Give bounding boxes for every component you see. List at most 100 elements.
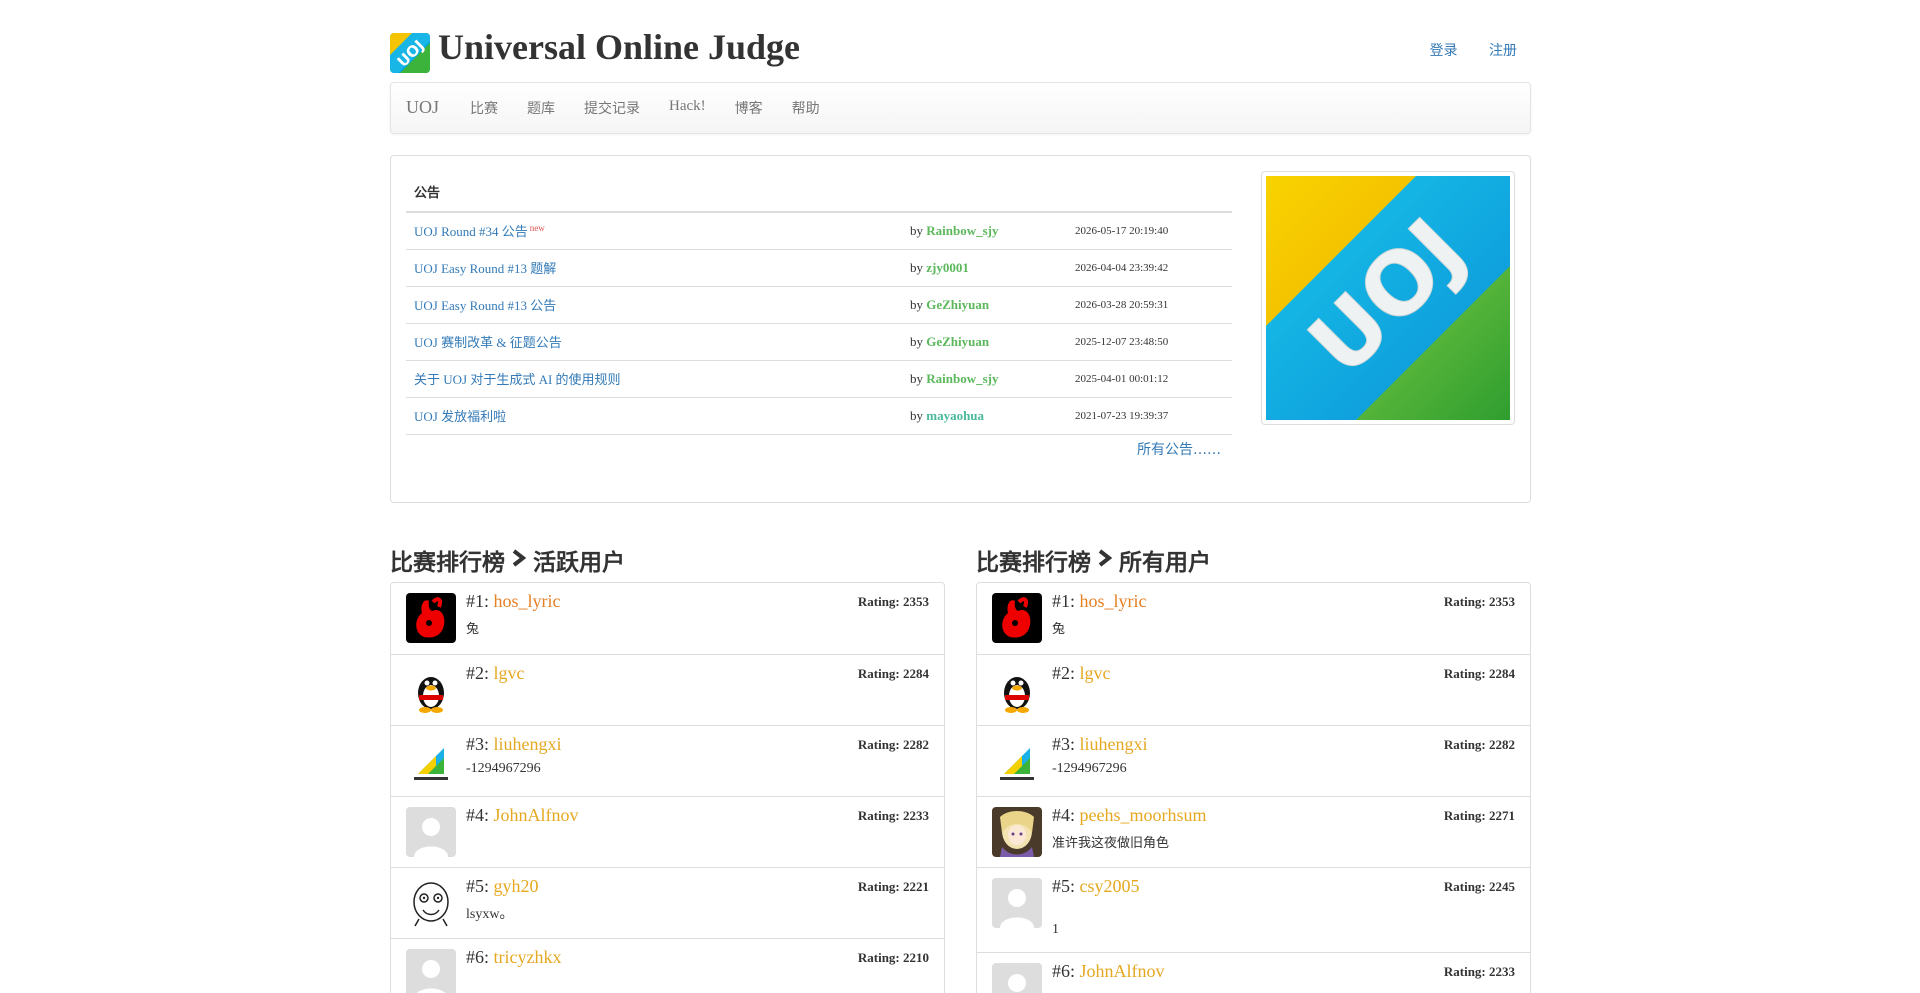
rank-label: #6: xyxy=(1052,961,1076,981)
by-label: by xyxy=(910,222,923,238)
rank-label: #6: xyxy=(466,947,490,967)
author-link[interactable]: GeZhiyuan xyxy=(926,334,989,349)
announcement-link[interactable]: UOJ Easy Round #13 题解 xyxy=(414,261,556,276)
user-avatar-gradient-icon[interactable] xyxy=(406,736,456,786)
user-avatar-gradient-icon[interactable] xyxy=(992,736,1042,786)
nav-item-hacks[interactable]: Hack! xyxy=(669,98,706,118)
user-rating: Rating: 2282 xyxy=(857,737,929,752)
user-avatar-penguin-icon[interactable] xyxy=(992,665,1042,715)
rating-board-all: 比赛排行榜 所有用户 #1: hos_lyric 兔 Rating: 2353 … xyxy=(976,540,1531,993)
username-link[interactable]: hos_lyric xyxy=(494,591,561,611)
rating-row: #6: tricyzhkx Rating: 2210 xyxy=(391,938,944,993)
username-link[interactable]: csy2005 xyxy=(1080,876,1140,896)
user-rating: Rating: 2284 xyxy=(857,666,929,681)
login-link[interactable]: 登录 xyxy=(1430,43,1458,59)
nav-item-blogs[interactable]: 博客 xyxy=(735,98,763,118)
page-container: UOJ Universal Online Judge 登录 注册 UOJ 比赛 … xyxy=(390,0,1531,993)
rating-list: #1: hos_lyric 兔 Rating: 2353 #2: lgvc Ra… xyxy=(976,582,1531,993)
username-link[interactable]: peehs_moorhsum xyxy=(1080,805,1207,825)
nav-item-problems[interactable]: 题库 xyxy=(527,98,555,118)
navbar-brand[interactable]: UOJ xyxy=(406,97,439,118)
rank-label: #5: xyxy=(1052,876,1076,896)
site-header: UOJ Universal Online Judge 登录 注册 xyxy=(390,0,1531,82)
new-badge: new xyxy=(529,222,545,233)
announcement-link[interactable]: UOJ Round #34 公告 xyxy=(414,224,528,239)
by-label: by xyxy=(910,370,923,386)
rating-row: #2: lgvc Rating: 2284 xyxy=(977,654,1530,725)
announcement-row: UOJ Easy Round #13 题解 by zjy0001 2026-04… xyxy=(406,248,1232,286)
rank-label: #2: xyxy=(1052,663,1076,683)
nav-item-contests[interactable]: 比赛 xyxy=(470,98,498,118)
announcement-time: 2026-03-28 20:59:31 xyxy=(1067,285,1232,323)
announcement-table: 公告 UOJ Round #34 公告 new by Rainbow_sjy 20… xyxy=(406,172,1232,435)
site-title[interactable]: Universal Online Judge xyxy=(438,26,800,68)
rating-row: #5: gyh20 lsyxw。 Rating: 2221 xyxy=(391,867,944,938)
user-motto: 准许我这夜做旧角色 xyxy=(1052,836,1170,851)
board-title: 比赛排行榜 活跃用户 xyxy=(390,540,945,580)
user-rating: Rating: 2284 xyxy=(1443,666,1515,681)
author-link[interactable]: zjy0001 xyxy=(926,260,969,275)
user-avatar-default-icon[interactable] xyxy=(992,963,1042,993)
user-avatar-anime-icon[interactable] xyxy=(992,807,1042,857)
user-avatar-meme-face-icon[interactable] xyxy=(406,878,456,928)
user-rating: Rating: 2282 xyxy=(1443,737,1515,752)
rating-row: #5: csy2005 1 Rating: 2245 xyxy=(977,867,1530,952)
username-link[interactable]: liuhengxi xyxy=(494,734,562,754)
username-link[interactable]: JohnAlfnov xyxy=(1080,961,1165,981)
username-link[interactable]: lgvc xyxy=(1080,663,1111,683)
rank-label: #1: xyxy=(1052,591,1076,611)
user-rating: Rating: 2233 xyxy=(1443,964,1515,979)
announcement-link[interactable]: UOJ 赛制改革 & 征题公告 xyxy=(414,335,562,350)
author-link[interactable]: mayaohua xyxy=(926,408,984,423)
rank-label: #2: xyxy=(466,663,490,683)
announcement-row: UOJ Easy Round #13 公告 by GeZhiyuan 2026-… xyxy=(406,285,1232,323)
announcement-time: 2026-04-04 23:39:42 xyxy=(1067,248,1232,286)
rating-board-active: 比赛排行榜 活跃用户 #1: hos_lyric 兔 Rating: 2353 … xyxy=(390,540,945,993)
announcement-time: 2026-05-17 20:19:40 xyxy=(1075,224,1169,237)
rating-row: #4: JohnAlfnov Rating: 2233 xyxy=(391,796,944,867)
announcement-link[interactable]: UOJ 发放福利啦 xyxy=(414,409,506,424)
user-rating: Rating: 2210 xyxy=(857,950,929,965)
rank-label: #3: xyxy=(1052,734,1076,754)
user-rating: Rating: 2353 xyxy=(857,594,929,609)
user-motto: -1294967296 xyxy=(1052,761,1127,776)
rating-row: #1: hos_lyric 兔 Rating: 2353 xyxy=(391,583,944,654)
user-motto: -1294967296 xyxy=(466,761,541,776)
by-label: by xyxy=(910,333,923,349)
rank-label: #1: xyxy=(466,591,490,611)
username-link[interactable]: liuhengxi xyxy=(1080,734,1148,754)
username-link[interactable]: lgvc xyxy=(494,663,525,683)
announcement-row: UOJ 赛制改革 & 征题公告 by GeZhiyuan 2025-12-07 … xyxy=(406,322,1232,360)
username-link[interactable]: hos_lyric xyxy=(1080,591,1147,611)
register-link[interactable]: 注册 xyxy=(1489,43,1517,59)
uoj-logo-icon[interactable]: UOJ xyxy=(390,33,430,73)
all-announcements-link[interactable]: 所有公告…… xyxy=(1137,439,1221,459)
uoj-promo-image[interactable]: UOJ xyxy=(1261,171,1515,425)
user-motto: 兔 xyxy=(1052,622,1066,637)
user-avatar-default-icon[interactable] xyxy=(992,878,1042,928)
announcement-heading: 公告 xyxy=(406,172,1232,213)
username-link[interactable]: JohnAlfnov xyxy=(494,805,579,825)
username-link[interactable]: tricyzhkx xyxy=(494,947,562,967)
rating-row: #3: liuhengxi -1294967296 Rating: 2282 xyxy=(391,725,944,796)
announcement-link[interactable]: UOJ Easy Round #13 公告 xyxy=(414,298,556,313)
user-avatar-rabbit-icon[interactable] xyxy=(406,593,456,643)
author-link[interactable]: GeZhiyuan xyxy=(926,297,989,312)
rating-row: #3: liuhengxi -1294967296 Rating: 2282 xyxy=(977,725,1530,796)
user-rating: Rating: 2353 xyxy=(1443,594,1515,609)
user-avatar-default-icon[interactable] xyxy=(406,807,456,857)
nav-item-help[interactable]: 帮助 xyxy=(792,98,820,118)
rating-list: #1: hos_lyric 兔 Rating: 2353 #2: lgvc Ra… xyxy=(390,582,945,993)
user-avatar-rabbit-icon[interactable] xyxy=(992,593,1042,643)
user-avatar-penguin-icon[interactable] xyxy=(406,665,456,715)
chevron-right-icon xyxy=(1097,548,1113,572)
announcement-link[interactable]: 关于 UOJ 对于生成式 AI 的使用规则 xyxy=(414,372,621,387)
user-avatar-default-icon[interactable] xyxy=(406,949,456,993)
main-navbar: UOJ 比赛 题库 提交记录 Hack! 博客 帮助 xyxy=(390,82,1531,134)
user-rating: Rating: 2271 xyxy=(1443,808,1515,823)
rank-label: #4: xyxy=(466,805,490,825)
author-link[interactable]: Rainbow_sjy xyxy=(926,223,998,238)
username-link[interactable]: gyh20 xyxy=(494,876,539,896)
nav-item-submissions[interactable]: 提交记录 xyxy=(584,98,640,118)
author-link[interactable]: Rainbow_sjy xyxy=(926,371,998,386)
